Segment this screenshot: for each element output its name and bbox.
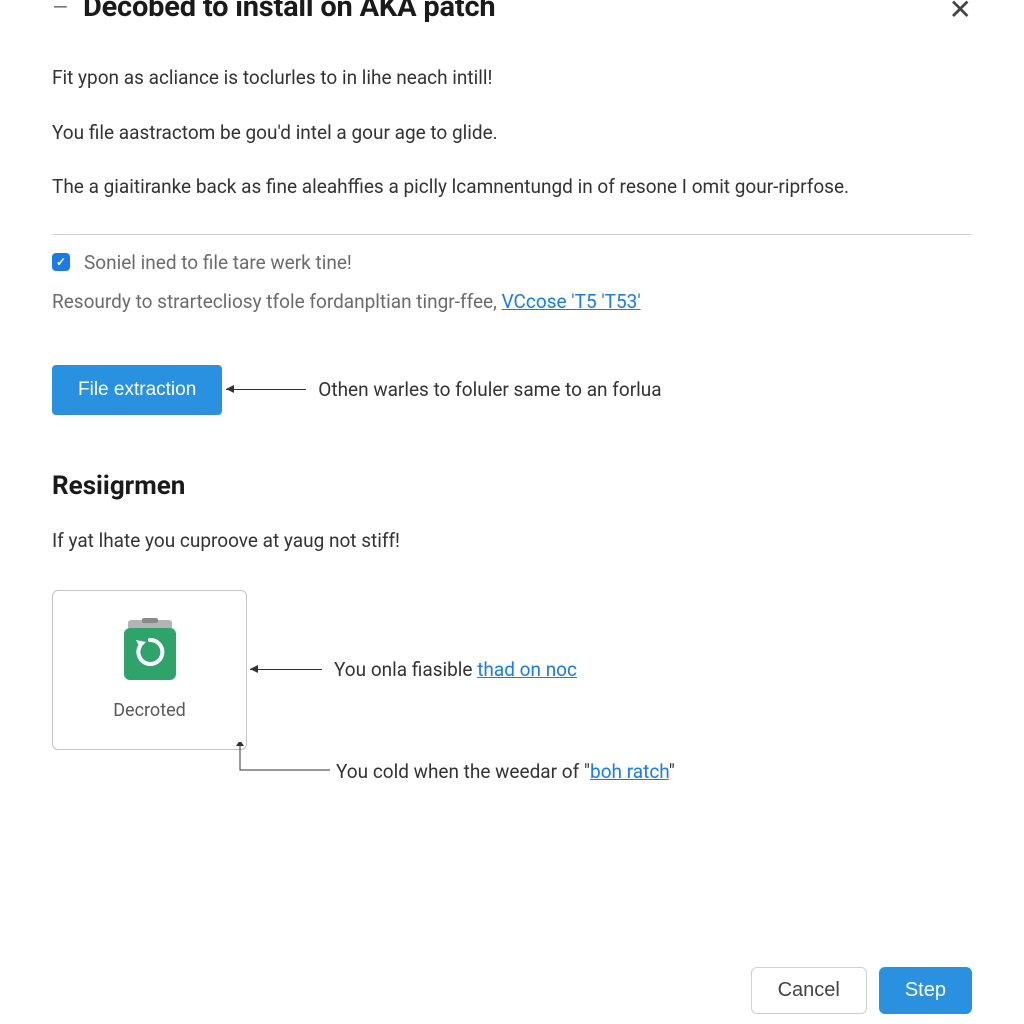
card-annotation-2-text: You cold when the weedar of "boh ratch" xyxy=(336,760,675,783)
file-extraction-button[interactable]: File extraction xyxy=(52,365,222,415)
arrow-left-icon xyxy=(226,389,306,390)
arrow-connector-icon xyxy=(236,742,336,782)
card-area: Decroted You onla fiasible thad on noc Y… xyxy=(52,590,972,750)
subtext-prefix: Resourdy to strartecliosy tfole fordanpl… xyxy=(52,290,502,313)
divider xyxy=(52,234,972,235)
dialog-footer: Cancel Step xyxy=(751,967,972,1014)
card-annotation-1-link[interactable]: thad on noc xyxy=(477,658,577,681)
section-paragraph: If yat lhate you cuproove at yaug not st… xyxy=(52,529,972,552)
extraction-annotation: Othen warles to foluler same to an forlu… xyxy=(226,378,661,401)
checkbox-label: Soniel ined to file tare werk tine! xyxy=(84,251,352,274)
cancel-button[interactable]: Cancel xyxy=(751,967,867,1014)
checkbox-row[interactable]: ✓ Soniel ined to file tare werk tine! xyxy=(52,251,972,274)
extraction-annotation-text: Othen warles to foluler same to an forlu… xyxy=(318,378,661,401)
subtext: Resourdy to strartecliosy tfole fordanpl… xyxy=(52,290,972,313)
section-heading: Resiigrmen xyxy=(52,471,972,501)
close-icon[interactable]: ✕ xyxy=(949,0,972,24)
card-annotation-1-text: You onla fiasible thad on noc xyxy=(334,658,577,681)
collapse-icon[interactable]: – xyxy=(52,0,69,21)
intro-paragraph-3: The a giaitiranke back as fine aleahffie… xyxy=(52,173,972,202)
step-button[interactable]: Step xyxy=(879,967,972,1014)
subtext-link[interactable]: VCcose 'T5 'T53' xyxy=(502,290,641,313)
extraction-row: File extraction Othen warles to foluler … xyxy=(52,365,972,415)
intro-paragraph-2: You file aastractom be gou'd intel a gou… xyxy=(52,119,972,148)
card-annotation-1: You onla fiasible thad on noc xyxy=(250,658,577,681)
decroted-card[interactable]: Decroted xyxy=(52,590,247,750)
card-label: Decroted xyxy=(113,700,186,721)
dialog-title: Decobed to install on AKA patch xyxy=(83,0,495,24)
checkbox-icon[interactable]: ✓ xyxy=(52,253,70,271)
intro-paragraph-1: Fit ypon as acliance is toclurles to in … xyxy=(52,64,972,93)
dialog-header: – Decobed to install on AKA patch ✕ xyxy=(52,0,972,24)
arrow-left-icon xyxy=(250,669,322,670)
card-annotation-2-link[interactable]: boh ratch xyxy=(590,760,669,783)
document-refresh-icon xyxy=(120,618,180,682)
